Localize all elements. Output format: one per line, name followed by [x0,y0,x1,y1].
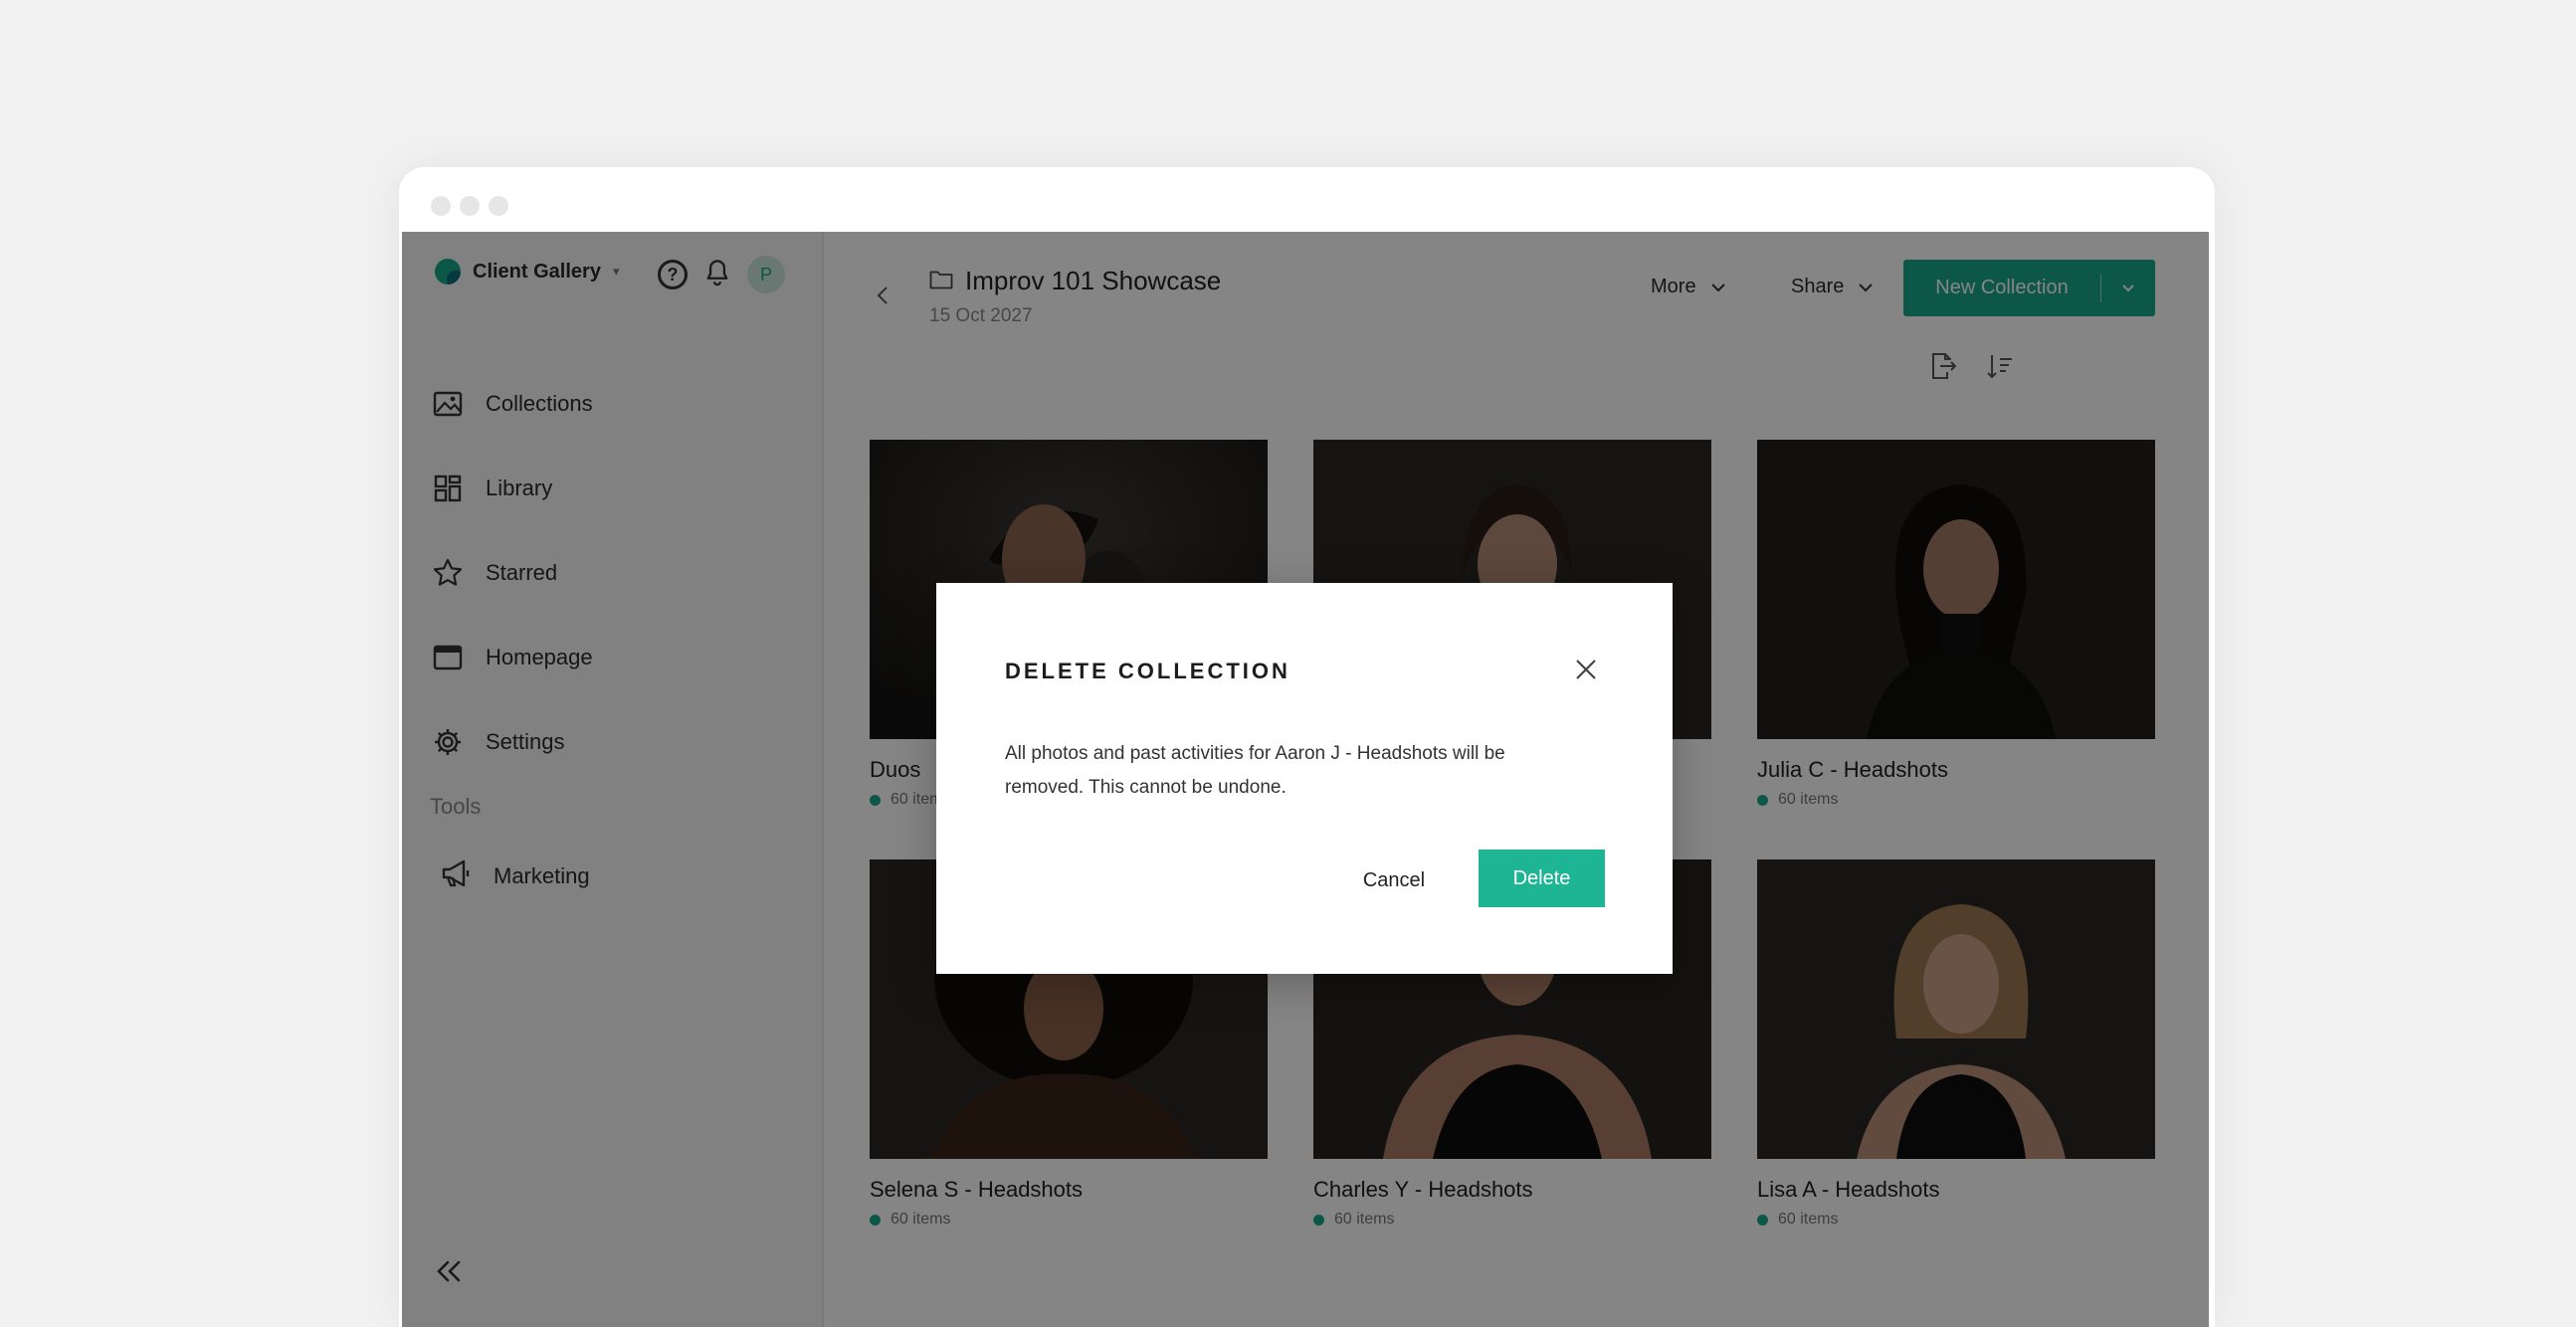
close-icon[interactable] [1572,656,1600,683]
delete-collection-dialog: DELETE COLLECTION All photos and past ac… [936,583,1673,974]
window-minimize-dot[interactable] [460,196,480,216]
cancel-button[interactable]: Cancel [1344,853,1444,908]
window-zoom-dot[interactable] [489,196,508,216]
delete-button[interactable]: Delete [1479,850,1605,907]
dialog-message: All photos and past activities for Aaron… [1005,743,1505,798]
window-close-dot[interactable] [431,196,451,216]
window-titlebar [399,167,2215,232]
dialog-title: DELETE COLLECTION [1005,659,1290,683]
